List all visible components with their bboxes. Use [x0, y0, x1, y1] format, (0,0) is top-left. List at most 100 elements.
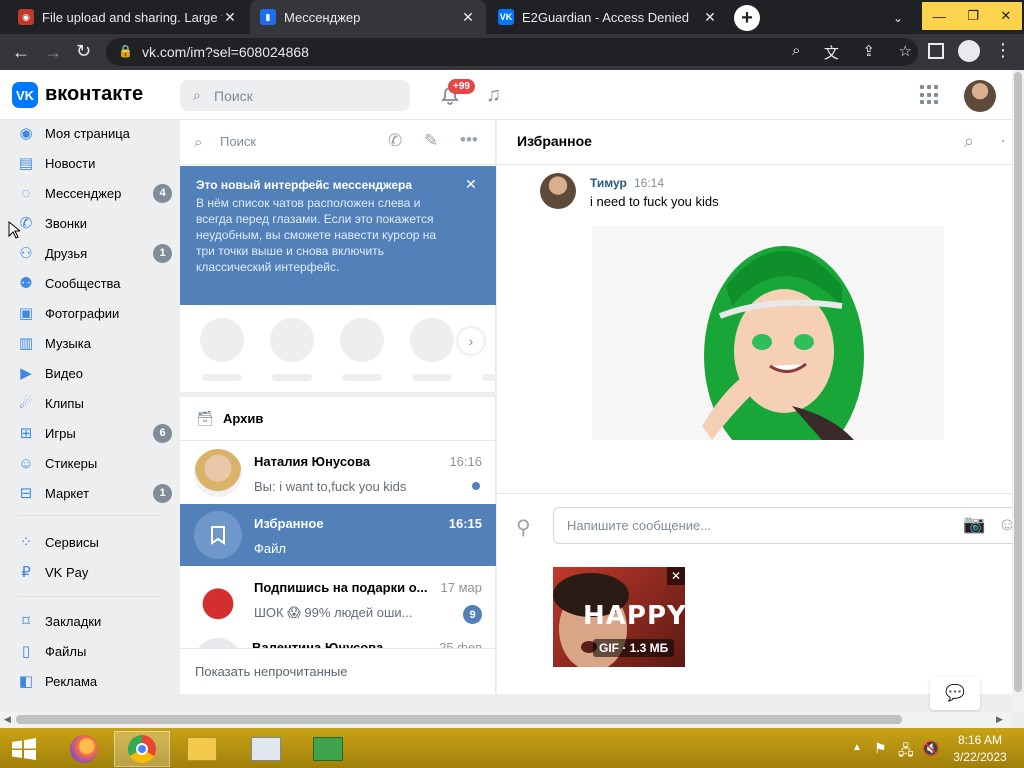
vk-logo-text[interactable]: вконтакте [45, 83, 143, 106]
sidebar-item-2[interactable]: ▯ Файлы [16, 636, 172, 666]
apps-grid-icon[interactable] [920, 85, 940, 105]
tab-file-upload[interactable]: ◉ File upload and sharing. Large file ✕ [8, 0, 248, 34]
close-tab-icon[interactable]: ✕ [702, 9, 718, 25]
attach-paperclip-icon[interactable]: ⚲ [516, 515, 531, 540]
sidebar-item-2[interactable]: ₽ VK Pay [16, 557, 172, 587]
sidebar-item-label: Моя страница [45, 125, 130, 141]
scroll-left-icon[interactable]: ◀ [4, 714, 11, 725]
clock-date[interactable]: 3/22/2023 [948, 750, 1012, 764]
user-avatar[interactable] [964, 80, 996, 112]
message-icon: ◌ [21, 184, 31, 202]
stories-next-button[interactable]: › [458, 328, 484, 354]
sidebar-item-3[interactable]: ◌ Мессенджер 4 [16, 178, 172, 208]
sidebar-item-9[interactable]: ▶ Видео [16, 358, 172, 388]
sidebar-item-1[interactable]: ⁘ Сервисы [16, 527, 172, 557]
more-dots-icon[interactable]: · [1000, 130, 1006, 151]
sidebar-item-label: VK Pay [45, 564, 89, 580]
translate-icon[interactable]: 文 [824, 42, 839, 63]
sidebar-item-12[interactable]: ☺ Стикеры [16, 448, 172, 478]
forward-arrow-icon[interactable]: → [44, 42, 62, 63]
story-label-placeholder [412, 374, 452, 381]
sidebar-item-2[interactable]: ▤ Новости [16, 148, 172, 178]
taskbar-monitor[interactable] [238, 731, 294, 767]
tab-e2guardian[interactable]: VK E2Guardian - Access Denied ✕ [488, 0, 728, 34]
flag-icon[interactable]: ⚑ [874, 740, 887, 757]
volume-muted-icon[interactable]: 🔇 [922, 740, 939, 757]
back-arrow-icon[interactable]: ← [12, 42, 30, 63]
chat-row-favorites[interactable]: Избранное 16:15 Файл [180, 504, 496, 566]
sidebar-item-5[interactable]: ⚇ Друзья 1 [16, 238, 172, 268]
url-text[interactable]: vk.com/im?sel=608024868 [142, 44, 309, 60]
show-unread-link[interactable]: Показать непрочитанные [195, 664, 348, 679]
tab-messenger[interactable]: ▮ Мессенджер ✕ [250, 0, 486, 34]
count-badge: 6 [153, 423, 172, 443]
more-dots-icon[interactable]: ••• [460, 130, 478, 150]
chat-time: 16:15 [448, 516, 482, 531]
close-tab-icon[interactable]: ✕ [222, 9, 238, 25]
scroll-right-icon[interactable]: ▶ [996, 714, 1003, 725]
chatlist-search-placeholder[interactable]: Поиск [220, 134, 256, 149]
reload-icon[interactable]: ↻ [76, 41, 91, 62]
vk-logo-icon[interactable]: VK [12, 82, 38, 108]
sidebar-item-1[interactable]: ⌑ Закладки [16, 606, 172, 636]
sidebar-item-8[interactable]: ▥ Музыка [16, 328, 172, 358]
sidebar-item-3[interactable]: ◧ Реклама [16, 666, 172, 696]
tray-expand-icon[interactable]: ▲ [852, 742, 862, 753]
taskbar-firefox[interactable] [56, 731, 112, 767]
camera-icon[interactable]: 📷 [963, 514, 985, 535]
taskbar-installer[interactable] [300, 731, 356, 767]
divider [18, 515, 162, 516]
tab-search-button[interactable]: ⌄ [884, 5, 912, 31]
chat-row-gifts[interactable]: Подпишись на подарки о... 17 мар ШОК 😱 9… [180, 568, 496, 630]
lock-icon[interactable]: 🔒 [118, 44, 133, 58]
close-banner-icon[interactable]: ✕ [465, 176, 477, 193]
minimize-icon[interactable]: — [933, 9, 946, 24]
chat-row-valentina[interactable]: Валентина Юнусова 25 фев [180, 632, 496, 648]
story-label-placeholder [342, 374, 382, 381]
message-author[interactable]: Тимур [590, 176, 627, 190]
chat-bubble-icon[interactable]: 💬 [930, 676, 980, 710]
more-menu-icon[interactable]: ⋮ [994, 40, 1012, 61]
zoom-search-icon[interactable]: ⌕ [792, 42, 800, 63]
search-icon[interactable]: ⌕ [964, 131, 974, 152]
friends-icon: ⚇ [19, 245, 33, 262]
avatar [194, 638, 242, 648]
chat-last-message: Файл [254, 541, 286, 556]
horizontal-scrollbar-thumb[interactable] [16, 715, 902, 724]
sidebar-item-4[interactable]: ✆ Звонки [16, 208, 172, 238]
new-call-icon[interactable]: ✆ [388, 131, 402, 151]
restore-icon[interactable]: ❐ [967, 8, 979, 24]
windows-start-icon[interactable] [10, 738, 38, 760]
remove-attachment-icon[interactable]: ✕ [667, 567, 685, 585]
vertical-scrollbar-thumb[interactable] [1014, 72, 1022, 692]
sidebar-toggle-icon[interactable] [928, 43, 944, 59]
star-bookmark-icon[interactable]: ☆ [899, 42, 912, 63]
taskbar-chrome[interactable] [114, 731, 170, 767]
sidebar-item-13[interactable]: ⊟ Маркет 1 [16, 478, 172, 508]
sidebar-item-11[interactable]: ⊞ Игры 6 [16, 418, 172, 448]
sidebar-item-7[interactable]: ▣ Фотографии [16, 298, 172, 328]
sidebar-item-label: Сообщества [45, 275, 121, 291]
chat-row-natalia[interactable]: Наталия Юнусова 16:16 Вы: i want to,fuck… [180, 442, 496, 504]
vkpay-icon: ₽ [21, 564, 31, 581]
message-author-avatar[interactable] [540, 173, 576, 209]
sticker-image[interactable] [592, 226, 944, 440]
taskbar-explorer[interactable] [174, 731, 230, 767]
story-placeholder [200, 318, 244, 362]
profile-icon[interactable] [958, 40, 980, 62]
share-icon[interactable]: ⇪ [862, 42, 875, 63]
compose-icon[interactable]: ✎ [424, 131, 438, 151]
sidebar-item-1[interactable]: ◉ Моя страница [16, 118, 172, 148]
sidebar-item-10[interactable]: ☄ Клипы [16, 388, 172, 418]
chat-name: Избранное [254, 516, 324, 531]
ads-icon: ◧ [18, 673, 34, 690]
archive-label[interactable]: Архив [223, 411, 263, 426]
gif-attachment[interactable]: HAPPY GIF · 1.3 МБ ✕ [553, 567, 685, 667]
network-icon[interactable]: 🖧 [898, 740, 914, 764]
music-note-icon[interactable]: ♫ [486, 84, 501, 107]
new-tab-button[interactable]: + [734, 5, 760, 31]
close-tab-icon[interactable]: ✕ [460, 9, 476, 25]
sidebar-item-6[interactable]: ⚉ Сообщества [16, 268, 172, 298]
close-window-icon[interactable]: ✕ [1000, 8, 1011, 24]
clock-time[interactable]: 8:16 AM [950, 733, 1010, 747]
